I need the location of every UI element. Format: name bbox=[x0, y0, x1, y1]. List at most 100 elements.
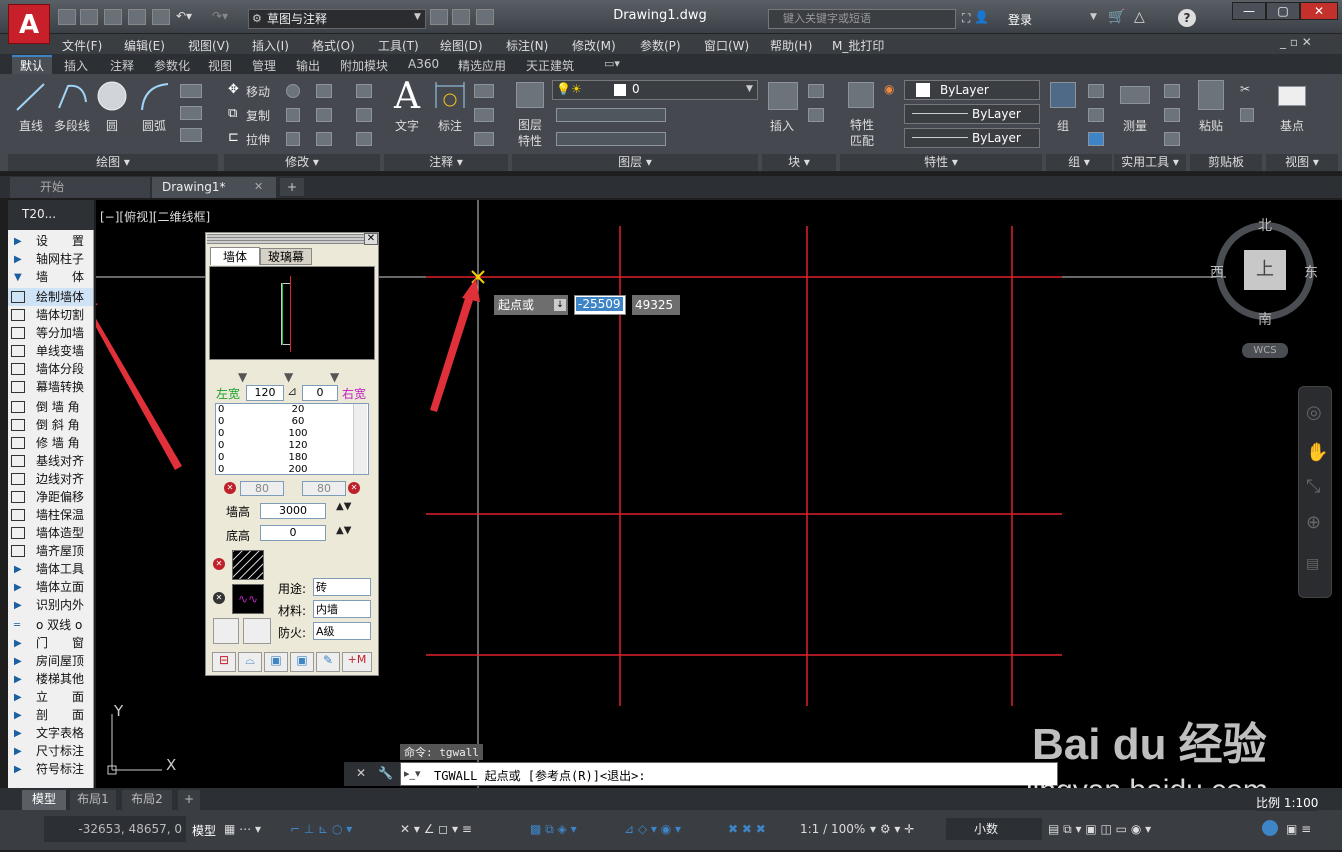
coordinate-readout[interactable]: -32653, 48657, 0 bbox=[44, 816, 186, 842]
base-height-spin-icon[interactable]: ▲▼ bbox=[336, 525, 351, 536]
redo-icon[interactable]: ↷▾ bbox=[212, 9, 230, 25]
view-cube-top[interactable]: 上 bbox=[1244, 250, 1286, 290]
width-row-value[interactable]: 180 bbox=[280, 452, 316, 463]
cut-icon[interactable]: ✂ bbox=[1240, 82, 1250, 96]
match-properties-icon[interactable] bbox=[848, 82, 874, 108]
t20-item[interactable]: ▶ 房间屋顶 bbox=[8, 652, 93, 670]
width-row-left[interactable]: 0 bbox=[218, 428, 224, 439]
copy-icon[interactable]: ⧉ bbox=[228, 106, 237, 121]
copy-clip-icon[interactable] bbox=[1240, 108, 1254, 122]
tab-layout1[interactable]: 布局1 bbox=[70, 790, 116, 810]
menu-item[interactable]: 参数(P) bbox=[640, 37, 681, 54]
gradient-icon[interactable] bbox=[180, 128, 202, 142]
dimension-label[interactable]: 标注 bbox=[434, 117, 466, 134]
ribbon-tab[interactable]: 精选应用 bbox=[458, 57, 506, 74]
trim-icon[interactable] bbox=[316, 84, 332, 98]
menu-item[interactable]: 工具(T) bbox=[378, 37, 419, 54]
move-label[interactable]: 移动 bbox=[246, 83, 270, 100]
t20-item[interactable]: ═ o 双线 o bbox=[8, 616, 93, 634]
dimension-icon[interactable] bbox=[434, 82, 466, 110]
tab-glass-curtain[interactable]: 玻璃幕 bbox=[260, 248, 312, 265]
scale-icon[interactable] bbox=[286, 132, 300, 146]
maximize-button[interactable]: ▢ bbox=[1266, 2, 1300, 20]
ribbon-tab[interactable]: 附加模块 bbox=[340, 57, 388, 74]
group-panel-title[interactable]: 组 ▾ bbox=[1046, 154, 1112, 171]
array-icon[interactable] bbox=[316, 132, 332, 146]
match-properties-label[interactable]: 特性 匹配 bbox=[844, 117, 880, 149]
save-icon[interactable] bbox=[104, 9, 122, 25]
modify-panel-title[interactable]: 修改 ▾ bbox=[224, 154, 380, 171]
t20-item[interactable]: ▶ 设 置 bbox=[8, 232, 93, 250]
base-label[interactable]: 基点 bbox=[1276, 117, 1308, 134]
fullscreen-icons[interactable]: ▣ ≡ bbox=[1286, 822, 1311, 836]
measure-label[interactable]: 测量 bbox=[1118, 117, 1152, 134]
plot-icon[interactable] bbox=[452, 9, 470, 25]
width-list-scrollbar[interactable] bbox=[353, 404, 367, 474]
tab-wall[interactable]: 墙体 bbox=[210, 247, 260, 265]
compass-east[interactable]: 东 bbox=[1304, 262, 1318, 282]
fillet-icon[interactable] bbox=[316, 108, 332, 122]
width-row-value[interactable]: 20 bbox=[280, 404, 316, 415]
ribbon-tab[interactable]: 管理 bbox=[252, 57, 276, 74]
multileader-icon[interactable] bbox=[474, 108, 494, 122]
t20-item[interactable]: 倒 斜 角 bbox=[8, 416, 93, 434]
t20-item[interactable]: 倒 墙 角 bbox=[8, 398, 93, 416]
menu-item[interactable]: 文件(F) bbox=[62, 37, 102, 54]
wcs-menu[interactable]: WCS bbox=[1242, 343, 1288, 358]
wall-height-input[interactable]: 3000 bbox=[260, 503, 326, 519]
close-button[interactable]: ✕ bbox=[1300, 2, 1338, 20]
add-layout-icon[interactable]: + bbox=[178, 790, 200, 810]
offset-left-clear-icon[interactable]: ✕ bbox=[224, 482, 236, 494]
steering-wheel-icon[interactable]: ◎ bbox=[1306, 402, 1322, 423]
paste-label[interactable]: 粘贴 bbox=[1196, 117, 1226, 134]
viewport-label[interactable]: [−][俯视][二维线框] bbox=[100, 208, 210, 225]
help-icon[interactable]: ? bbox=[1178, 9, 1196, 27]
zoom-icon[interactable]: ⤡ bbox=[1306, 476, 1320, 497]
offset-right-input[interactable]: 80 bbox=[302, 481, 346, 496]
add-mode-icon[interactable]: +M bbox=[342, 652, 372, 672]
arc-label[interactable]: 圆弧 bbox=[136, 117, 172, 134]
ribbon-tab[interactable]: 注释 bbox=[110, 57, 134, 74]
base-view-icon[interactable] bbox=[1278, 86, 1306, 106]
ribbon-tab[interactable]: 参数化 bbox=[154, 57, 190, 74]
edit-block-icon[interactable] bbox=[808, 108, 824, 122]
offset-icon[interactable] bbox=[356, 132, 372, 146]
scale-readout[interactable]: 1:1 / 100% bbox=[800, 822, 865, 836]
login-dropdown-icon[interactable]: ▼ bbox=[1090, 12, 1097, 22]
print-icon[interactable] bbox=[152, 9, 170, 25]
menu-item[interactable]: 窗口(W) bbox=[704, 37, 749, 54]
point-icon[interactable] bbox=[1164, 108, 1180, 122]
ungroup-icon[interactable] bbox=[1088, 84, 1104, 98]
annotation-panel-title[interactable]: 注释 ▾ bbox=[384, 154, 508, 171]
menu-item[interactable]: 修改(M) bbox=[572, 37, 616, 54]
pan-icon[interactable]: ✋ bbox=[1306, 442, 1328, 463]
menu-item[interactable]: 视图(V) bbox=[188, 37, 230, 54]
circle-label[interactable]: 圆 bbox=[98, 117, 126, 134]
width-row-left[interactable]: 0 bbox=[218, 464, 224, 475]
layer-tools-row1[interactable] bbox=[556, 108, 666, 122]
group-icon[interactable] bbox=[1050, 82, 1076, 108]
draw-arc-wall-icon[interactable]: ⌓ bbox=[238, 652, 262, 672]
align-left-icon[interactable]: ▼ bbox=[238, 370, 247, 384]
offset-right-clear-icon[interactable]: ✕ bbox=[348, 482, 360, 494]
properties-panel-title[interactable]: 特性 ▾ bbox=[840, 154, 1042, 171]
base-height-input[interactable]: 0 bbox=[260, 525, 326, 541]
workspace-dropdown[interactable]: 草图与注释 bbox=[248, 9, 426, 29]
t20-item[interactable]: 墙体切割 bbox=[8, 306, 93, 324]
t20-item[interactable]: 墙体分段 bbox=[8, 360, 93, 378]
dynamic-input-y[interactable]: 49325 bbox=[632, 295, 680, 315]
pick-wall-icon[interactable] bbox=[213, 618, 239, 644]
orbit-icon[interactable]: ⊕ bbox=[1306, 512, 1321, 533]
t20-item[interactable]: ▶ 剖 面 bbox=[8, 706, 93, 724]
tab-model[interactable]: 模型 bbox=[22, 790, 66, 810]
t20-item[interactable]: ▶ 识别内外 bbox=[8, 596, 93, 614]
scale-ratio[interactable]: 比例 1:100 bbox=[1256, 794, 1319, 811]
text-label[interactable]: 文字 bbox=[392, 117, 422, 134]
t20-item[interactable]: 墙柱保温 bbox=[8, 506, 93, 524]
group-edit-icon[interactable] bbox=[1088, 108, 1104, 122]
menu-item[interactable]: 绘图(D) bbox=[440, 37, 483, 54]
t20-item[interactable]: ▶ 门 窗 bbox=[8, 634, 93, 652]
align-right-icon[interactable]: ▼ bbox=[330, 370, 339, 384]
model-space-button[interactable]: 模型 bbox=[192, 822, 216, 839]
ribbon-tab[interactable]: 输出 bbox=[296, 57, 320, 74]
